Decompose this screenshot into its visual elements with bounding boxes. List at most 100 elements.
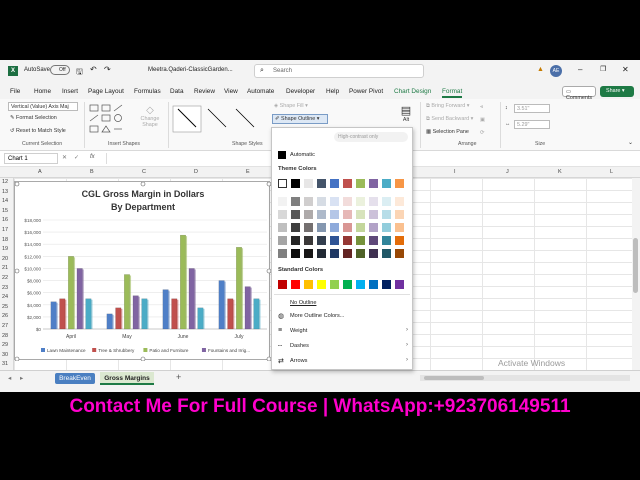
theme-tint-swatch[interactable] [356,223,365,232]
theme-color-swatch[interactable] [356,179,365,188]
row-header-13[interactable]: 13 [2,189,8,195]
row-header-17[interactable]: 17 [2,227,8,233]
redo-icon[interactable]: ↷ [104,65,111,74]
theme-tint-swatch[interactable] [330,197,339,206]
chart-element-dropdown[interactable]: Vertical (Value) Axis Maj [8,102,78,111]
search-box[interactable]: ⌕ Search [254,64,424,78]
width-input[interactable]: 5.29" [514,120,550,129]
h-scroll-thumb[interactable] [424,376,484,380]
theme-tint-swatch[interactable] [382,223,391,232]
column-header-c[interactable]: C [142,169,146,175]
column-header-l[interactable]: L [610,169,613,175]
row-header-26[interactable]: 26 [2,313,8,319]
row-header-14[interactable]: 14 [2,198,8,204]
theme-tint-swatch[interactable] [304,236,313,245]
save-icon[interactable]: 🖫 [76,66,83,80]
theme-color-swatch[interactable] [304,179,313,188]
theme-tint-swatch[interactable] [343,197,352,206]
row-header-23[interactable]: 23 [2,285,8,291]
weight-option[interactable]: ≡ Weight › [278,326,408,337]
theme-tint-swatch[interactable] [317,197,326,206]
theme-tint-swatch[interactable] [330,210,339,219]
theme-tint-swatch[interactable] [278,210,287,219]
theme-tint-swatch[interactable] [278,223,287,232]
tab-power-pivot[interactable]: Power Pivot [349,88,383,95]
theme-tint-swatch[interactable] [369,236,378,245]
row-header-31[interactable]: 31 [2,361,8,367]
row-header-20[interactable]: 20 [2,256,8,262]
height-input[interactable]: 3.51" [514,104,550,113]
standard-color-swatch[interactable] [395,280,404,289]
prev-sheet-icon[interactable]: ◂ [8,374,11,382]
theme-tint-swatch[interactable] [343,236,352,245]
theme-tint-swatch[interactable] [304,249,313,258]
comments-button[interactable]: ▭ Comments [562,86,596,101]
theme-tint-swatch[interactable] [395,197,404,206]
tab-automate[interactable]: Automate [247,88,274,95]
horizontal-scrollbar[interactable] [420,375,630,381]
selection-pane-button[interactable]: ▦ Selection Pane [426,129,469,135]
row-header-15[interactable]: 15 [2,208,8,214]
theme-tint-swatch[interactable] [330,249,339,258]
theme-color-swatch[interactable] [395,179,404,188]
theme-tint-swatch[interactable] [291,249,300,258]
theme-tint-swatch[interactable] [304,210,313,219]
alt-text-button[interactable]: ▤ Alt [398,104,414,123]
theme-color-swatch[interactable] [330,179,339,188]
row-header-19[interactable]: 19 [2,246,8,252]
theme-tint-swatch[interactable] [343,210,352,219]
enter-icon[interactable]: ✓ [74,154,79,161]
tab-view[interactable]: View [224,88,238,95]
theme-tint-swatch[interactable] [395,210,404,219]
chart-svg[interactable]: CGL Gross Margin in Dollars By Department… [14,181,272,362]
tab-file[interactable]: File [10,88,20,95]
column-header-k[interactable]: K [558,169,562,175]
theme-tint-swatch[interactable] [369,249,378,258]
theme-tint-swatch[interactable] [356,197,365,206]
theme-tint-swatch[interactable] [291,210,300,219]
theme-tint-swatch[interactable] [278,249,287,258]
no-outline-option[interactable]: No Outline [278,298,408,309]
theme-color-swatch[interactable] [317,179,326,188]
theme-tint-swatch[interactable] [382,236,391,245]
theme-tint-swatch[interactable] [330,236,339,245]
row-header-30[interactable]: 30 [2,352,8,358]
tab-help[interactable]: Help [326,88,339,95]
autosave-toggle[interactable]: Off [50,65,70,75]
scroll-thumb[interactable] [633,238,638,293]
theme-tint-swatch[interactable] [330,223,339,232]
row-header-21[interactable]: 21 [2,265,8,271]
theme-tint-swatch[interactable] [382,249,391,258]
theme-color-swatch[interactable] [369,179,378,188]
shape-styles-gallery[interactable] [172,105,268,133]
restore-icon[interactable]: ❐ [600,65,606,73]
function-icon[interactable]: fx [90,154,95,160]
tab-review[interactable]: Review [194,88,215,95]
warning-icon[interactable]: ▲ [537,66,544,73]
standard-color-swatch[interactable] [278,280,287,289]
theme-tint-swatch[interactable] [382,197,391,206]
theme-tint-swatch[interactable] [291,197,300,206]
theme-tint-swatch[interactable] [304,197,313,206]
tab-formulas[interactable]: Formulas [134,88,161,95]
column-header-b[interactable]: B [90,169,94,175]
row-header-28[interactable]: 28 [2,333,8,339]
avatar[interactable]: AE [550,65,562,77]
theme-tint-swatch[interactable] [291,223,300,232]
column-header-d[interactable]: D [194,169,198,175]
theme-color-swatch[interactable] [343,179,352,188]
name-box[interactable]: Chart 1 [4,153,58,164]
standard-color-swatch[interactable] [369,280,378,289]
cancel-icon[interactable]: ✕ [62,154,67,161]
standard-color-swatch[interactable] [382,280,391,289]
arrows-option[interactable]: ⇄ Arrows › [278,356,408,367]
theme-tint-swatch[interactable] [304,223,313,232]
standard-color-swatch[interactable] [291,280,300,289]
standard-color-swatch[interactable] [304,280,313,289]
theme-tint-swatch[interactable] [278,236,287,245]
theme-tint-swatch[interactable] [356,210,365,219]
tab-home[interactable]: Home [34,88,51,95]
row-header-27[interactable]: 27 [2,323,8,329]
theme-tint-swatch[interactable] [356,236,365,245]
column-header-j[interactable]: J [506,169,509,175]
